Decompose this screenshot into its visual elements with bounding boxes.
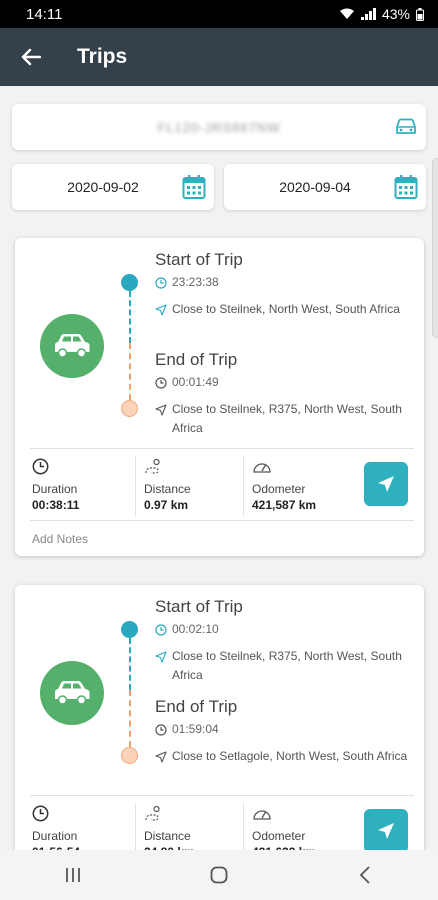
divider: [30, 448, 414, 449]
distance-stat: Distance 0.97 km: [144, 458, 252, 522]
trip-end-time: 00:01:49: [172, 375, 219, 389]
timeline-line: [129, 690, 131, 747]
wifi-icon: [339, 8, 354, 19]
timeline-line: [129, 291, 131, 343]
navigate-button[interactable]: [364, 809, 408, 853]
distance-label: Distance: [144, 482, 191, 496]
trip-end-title: End of Trip: [155, 697, 238, 716]
signal-icon: [360, 8, 376, 20]
duration-value: 00:38:11: [32, 498, 80, 512]
trip-start-title: Start of Trip: [155, 597, 243, 616]
duration-label: Duration: [32, 482, 78, 496]
odometer-label: Odometer: [252, 482, 306, 496]
page-title: Trips: [77, 45, 128, 68]
location-arrow-icon: [155, 747, 172, 769]
recent-apps-icon: [66, 868, 80, 882]
speedometer-icon: [252, 458, 360, 477]
vehicle-registration: FL120-JRS867NW: [157, 119, 281, 135]
battery-icon: [416, 7, 424, 21]
home-icon: [210, 866, 228, 884]
vehicle-selector[interactable]: FL120-JRS867NW: [12, 104, 426, 150]
trip-start-location: Close to Steilnek, R375, North West, Sou…: [172, 649, 402, 682]
trip-start-title: Start of Trip: [155, 250, 243, 269]
app-bar: Trips: [0, 28, 438, 86]
back-button[interactable]: [0, 28, 62, 86]
status-bar: 14:11 43%: [0, 0, 438, 28]
odometer-label: Odometer: [252, 829, 306, 843]
recent-apps-button[interactable]: [43, 855, 103, 895]
navigation-arrow-icon: [378, 823, 394, 839]
clock-icon: [32, 805, 140, 824]
trip-end-title: End of Trip: [155, 350, 238, 369]
trip-end: End of Trip 01:59:04 Close to Setlagole,…: [155, 697, 415, 769]
end-marker: [121, 400, 138, 417]
battery-level: 43%: [381, 6, 410, 22]
system-back-button[interactable]: [335, 855, 395, 895]
trip-start-time: 00:02:10: [172, 622, 219, 636]
system-nav-bar: [0, 850, 438, 900]
trip-end-time: 01:59:04: [172, 722, 219, 736]
side-drawer-handle[interactable]: [432, 158, 438, 338]
trip-vehicle-badge: [40, 314, 104, 378]
trip-card[interactable]: Start of Trip 23:23:38 Close to Steilnek…: [15, 238, 424, 556]
route-icon: [144, 458, 252, 477]
location-arrow-icon: [155, 300, 172, 322]
divider: [243, 456, 244, 516]
timeline-line: [129, 638, 131, 690]
odometer-stat: Odometer 421,587 km: [252, 458, 360, 522]
clock-icon: [32, 458, 140, 477]
trip-start-location: Close to Steilnek, North West, South Afr…: [172, 302, 400, 316]
clock-icon: [155, 720, 172, 742]
trip-vehicle-badge: [40, 661, 104, 725]
date-to-field[interactable]: 2020-09-04: [224, 164, 426, 210]
trip-end: End of Trip 00:01:49 Close to Steilnek, …: [155, 350, 415, 438]
navigation-arrow-icon: [378, 476, 394, 492]
calendar-icon[interactable]: [182, 174, 206, 200]
trip-start-time: 23:23:38: [172, 275, 219, 289]
car-icon: [55, 334, 90, 358]
location-arrow-icon: [155, 647, 172, 669]
divider: [135, 456, 136, 516]
trip-end-location: Close to Steilnek, R375, North West, Sou…: [172, 402, 402, 435]
speedometer-icon: [252, 805, 360, 824]
add-notes-link[interactable]: Add Notes: [32, 532, 88, 546]
trip-end-location: Close to Setlagole, North West, South Af…: [172, 749, 408, 763]
trip-timeline: [121, 621, 139, 764]
route-icon: [144, 805, 252, 824]
distance-label: Distance: [144, 829, 191, 843]
duration-stat: Duration 00:38:11: [32, 458, 140, 522]
divider: [30, 795, 414, 796]
navigate-button[interactable]: [364, 462, 408, 506]
location-arrow-icon: [155, 400, 172, 422]
trip-start: Start of Trip 23:23:38 Close to Steilnek…: [155, 250, 415, 322]
status-time: 14:11: [26, 5, 63, 23]
date-from-field[interactable]: 2020-09-02: [12, 164, 214, 210]
divider: [30, 520, 414, 521]
odometer-value: 421,587 km: [252, 498, 317, 512]
car-icon: [55, 681, 90, 705]
chevron-left-icon: [359, 866, 370, 884]
calendar-icon[interactable]: [394, 174, 418, 200]
start-marker: [121, 274, 138, 291]
start-marker: [121, 621, 138, 638]
distance-value: 0.97 km: [144, 498, 189, 512]
car-icon: [396, 118, 416, 134]
clock-icon: [155, 620, 172, 642]
clock-icon: [155, 273, 172, 295]
trip-timeline: [121, 274, 139, 417]
end-marker: [121, 747, 138, 764]
status-icons: 43%: [339, 6, 424, 22]
trip-card[interactable]: Start of Trip 00:02:10 Close to Steilnek…: [15, 585, 424, 885]
home-button[interactable]: [189, 855, 249, 895]
trip-start: Start of Trip 00:02:10 Close to Steilnek…: [155, 597, 415, 685]
duration-label: Duration: [32, 829, 78, 843]
timeline-line: [129, 343, 131, 400]
arrow-left-icon: [21, 48, 41, 66]
clock-icon: [155, 373, 172, 395]
